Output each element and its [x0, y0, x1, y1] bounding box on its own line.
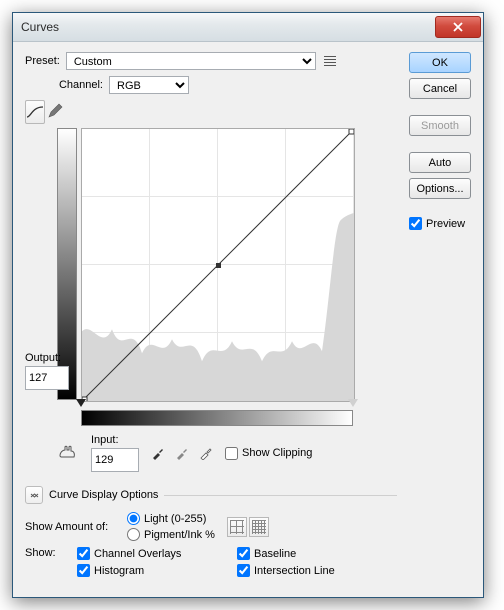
close-icon: [453, 22, 463, 32]
options-button[interactable]: Options...: [409, 178, 471, 199]
input-field[interactable]: [91, 448, 139, 472]
preview-checkbox[interactable]: Preview: [409, 217, 471, 230]
display-options-toggle[interactable]: [25, 486, 43, 504]
pigment-radio[interactable]: Pigment/Ink %: [127, 528, 215, 541]
black-white-sliders[interactable]: [81, 400, 353, 410]
pencil-icon: [47, 103, 63, 119]
hand-icon: [57, 444, 79, 462]
light-radio[interactable]: Light (0-255): [127, 512, 215, 525]
show-clipping-checkbox[interactable]: Show Clipping: [225, 447, 312, 460]
curve-pencil-tool[interactable]: [47, 100, 63, 122]
eyedropper-gray-icon: [175, 446, 189, 460]
gray-eyedropper[interactable]: [173, 444, 191, 462]
baseline-checkbox[interactable]: Baseline: [237, 547, 397, 560]
ok-button[interactable]: OK: [409, 52, 471, 73]
grid-coarse-button[interactable]: [227, 517, 247, 537]
preset-select[interactable]: Custom: [66, 52, 316, 70]
intersection-checkbox[interactable]: Intersection Line: [237, 564, 397, 577]
channel-select[interactable]: RGB: [109, 76, 189, 94]
smooth-button[interactable]: Smooth: [409, 115, 471, 136]
curve-icon: [26, 105, 44, 119]
white-point-slider[interactable]: [348, 399, 358, 407]
auto-button[interactable]: Auto: [409, 152, 471, 173]
display-options-label: Curve Display Options: [49, 489, 158, 501]
curve-canvas[interactable]: [81, 128, 355, 402]
black-point-slider[interactable]: [76, 399, 86, 407]
show-clipping-label: Show Clipping: [242, 447, 312, 459]
curves-dialog: Curves Preset: Custom Channel: RGB: [12, 12, 484, 598]
horizontal-gradient: [81, 410, 353, 426]
output-label: Output:: [25, 352, 61, 364]
chevron-up-icon: [30, 491, 39, 500]
divider: [164, 495, 397, 496]
histogram-checkbox[interactable]: Histogram: [77, 564, 237, 577]
window-title: Curves: [21, 20, 435, 34]
curve-point-tool[interactable]: [25, 100, 45, 124]
show-label: Show:: [25, 547, 71, 559]
eyedropper-black-icon: [151, 446, 165, 460]
titlebar[interactable]: Curves: [13, 13, 483, 42]
eyedropper-white-icon: [199, 446, 213, 460]
channel-label: Channel:: [53, 79, 103, 91]
preset-label: Preset:: [25, 55, 60, 67]
menu-icon: [322, 54, 338, 68]
preset-menu-button[interactable]: [322, 53, 338, 69]
cancel-button[interactable]: Cancel: [409, 78, 471, 99]
channel-overlays-checkbox[interactable]: Channel Overlays: [77, 547, 237, 560]
output-field[interactable]: [25, 366, 69, 390]
black-eyedropper[interactable]: [149, 444, 167, 462]
targeted-adjust-tool[interactable]: [55, 442, 81, 464]
show-amount-label: Show Amount of:: [25, 521, 121, 533]
curve-line: [82, 129, 354, 401]
grid-fine-button[interactable]: [249, 517, 269, 537]
input-label: Input:: [91, 434, 139, 446]
white-eyedropper[interactable]: [197, 444, 215, 462]
close-button[interactable]: [435, 16, 481, 38]
